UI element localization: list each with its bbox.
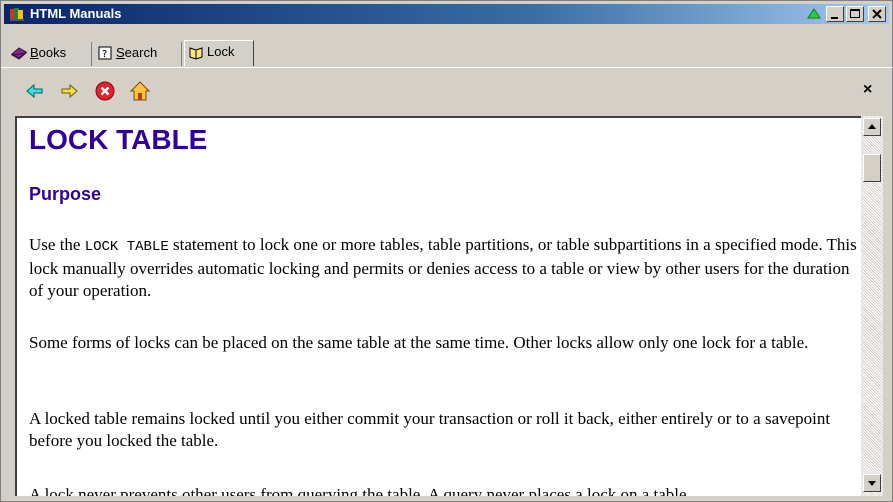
toolbar: × [1, 71, 893, 111]
search-help-icon: ? [98, 46, 112, 60]
close-window-button[interactable] [868, 6, 886, 22]
paragraph-1: Use the LOCK TABLE statement to lock one… [29, 234, 859, 302]
close-pane-button[interactable]: × [863, 81, 872, 99]
scroll-down-icon [868, 481, 876, 486]
tab-lock[interactable]: Lock [184, 40, 254, 66]
expand-up-icon[interactable] [807, 8, 821, 20]
scroll-thumb[interactable] [863, 154, 881, 182]
forward-arrow-icon[interactable] [58, 80, 80, 102]
tab-books-label: ooks [38, 45, 67, 60]
window-title: HTML Manuals [30, 6, 122, 21]
help-window: HTML Manuals Books ? Search Lock × LOCK … [0, 0, 893, 502]
page-title: LOCK TABLE [29, 124, 208, 155]
stop-icon[interactable] [94, 80, 116, 102]
title-bar[interactable]: HTML Manuals [4, 4, 889, 24]
tab-search-accel: S [116, 45, 125, 60]
maximize-button[interactable] [846, 6, 864, 22]
minimize-button[interactable] [826, 6, 844, 22]
home-icon[interactable] [129, 80, 151, 102]
tab-divider [1, 67, 893, 68]
tab-books-accel: B [30, 45, 39, 60]
tab-books[interactable]: Books [8, 42, 92, 66]
p1-code: LOCK TABLE [84, 239, 169, 255]
paragraph-2: Some forms of locks can be placed on the… [29, 333, 809, 352]
tab-search-label: earch [124, 45, 158, 60]
tab-lock-label: Lock [207, 44, 235, 59]
maximize-icon [850, 9, 860, 18]
help-app-icon [10, 8, 24, 21]
paragraph-3: A locked table remains locked until you … [29, 409, 831, 450]
minimize-icon [831, 17, 838, 19]
vertical-scrollbar[interactable] [861, 116, 883, 496]
close-icon [872, 9, 882, 19]
p1-text-start: Use the [29, 235, 85, 254]
paragraph-4: A lock never prevents other users from q… [29, 485, 691, 496]
tab-search[interactable]: ? Search [94, 42, 182, 66]
open-book-icon [189, 47, 203, 60]
books-icon [11, 47, 27, 60]
topic-content: LOCK TABLE Purpose Use the LOCK TABLE st… [15, 116, 861, 496]
svg-text:?: ? [102, 49, 107, 60]
back-arrow-icon[interactable] [24, 80, 46, 102]
scroll-up-button[interactable] [863, 118, 881, 136]
section-heading: Purpose [29, 184, 102, 204]
scroll-down-button[interactable] [863, 474, 881, 492]
scroll-up-icon [868, 124, 876, 129]
